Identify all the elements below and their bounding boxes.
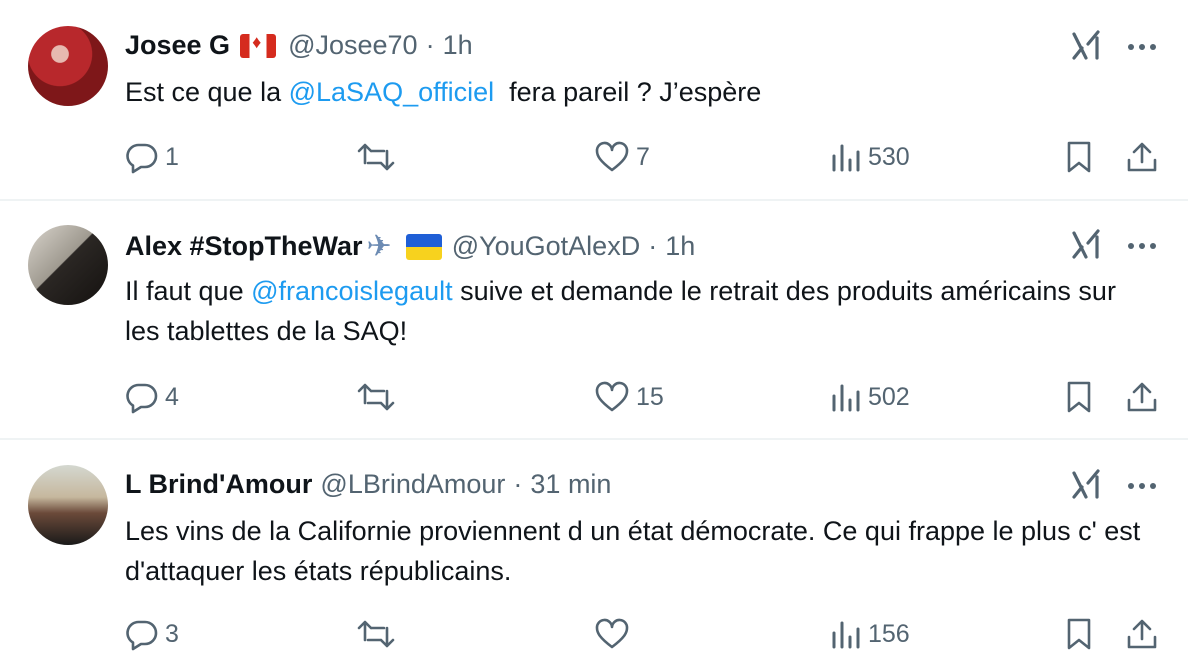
share-button[interactable] [1125,375,1159,419]
more-icon[interactable] [1126,42,1158,52]
like-button[interactable]: 15 [594,375,664,419]
user-handle[interactable]: @Josee70 [288,30,418,61]
canada-flag-icon [240,32,277,58]
retweet-button[interactable] [356,135,402,179]
reply-icon [126,143,158,174]
reply-icon [126,383,158,414]
share-button[interactable] [1125,135,1159,179]
views-button[interactable]: 530 [830,135,910,179]
user-handle[interactable]: @LBrindAmour [320,469,505,500]
views-icon [832,621,860,649]
views-count: 502 [868,382,910,411]
avatar[interactable] [28,225,108,305]
retweet-icon [357,383,395,411]
tweet-header: L Brind'Amour @LBrindAmour · 31 min [125,469,611,500]
like-icon [595,618,629,649]
more-icon[interactable] [1126,241,1158,251]
avatar[interactable] [28,26,108,106]
tweet[interactable]: L Brind'Amour @LBrindAmour · 31 min Les … [0,439,1188,672]
reply-count: 3 [165,619,179,648]
tweet[interactable]: Josee G @Josee70 · 1h Est ce que la @LaS… [0,0,1188,199]
more-icon[interactable] [1126,481,1158,491]
tweet-header: Alex #StopTheWar ✈ @YouGotAlexD · 1h [125,229,695,264]
views-count: 156 [868,619,910,648]
separator-dot: · [425,30,435,60]
retweet-button[interactable] [356,612,402,656]
tweet-actions: 4 15 502 [0,375,1188,419]
timestamp[interactable]: 1h [443,30,473,61]
mention-link[interactable]: @francoislegault [251,276,453,306]
views-count: 530 [868,142,910,171]
tweet-header: Josee G @Josee70 · 1h [125,30,473,61]
retweet-button[interactable] [356,375,402,419]
reply-button[interactable]: 4 [125,375,179,419]
views-icon [832,144,860,172]
like-count: 15 [636,382,664,411]
like-icon [595,141,629,172]
bookmark-button[interactable] [1064,612,1094,656]
retweet-icon [357,143,395,171]
display-name[interactable]: Alex #StopTheWar [125,231,363,262]
bookmark-icon [1067,381,1091,413]
timestamp[interactable]: 1h [665,231,695,262]
avatar[interactable] [28,465,108,545]
bookmark-button[interactable] [1064,135,1094,179]
views-button[interactable]: 156 [830,612,910,656]
separator-dot: · [648,231,658,261]
bookmark-icon [1067,141,1091,173]
tweet-text-part: fera pareil ? J’espère [494,77,762,107]
tweet-text: Est ce que la @LaSAQ_officiel fera parei… [125,72,1145,112]
reply-count: 4 [165,382,179,411]
display-name[interactable]: Josee G [125,30,230,61]
share-icon [1127,382,1157,412]
views-icon [832,384,860,412]
bookmark-icon [1067,618,1091,650]
display-name[interactable]: L Brind'Amour [125,469,312,500]
tweet-text-part: Il faut que [125,276,252,306]
grok-icon[interactable] [1070,227,1104,261]
reply-icon [126,620,158,651]
views-button[interactable]: 502 [830,375,910,419]
retweet-icon [357,620,395,648]
reply-count: 1 [165,142,179,171]
share-icon [1127,142,1157,172]
reply-button[interactable]: 3 [125,612,179,656]
tweet[interactable]: Alex #StopTheWar ✈ @YouGotAlexD · 1h Il … [0,199,1188,439]
bookmark-button[interactable] [1064,375,1094,419]
grok-icon[interactable] [1070,467,1104,501]
timestamp[interactable]: 31 min [530,469,611,500]
like-icon [595,381,629,412]
ukraine-flag-icon [405,233,442,260]
user-handle[interactable]: @YouGotAlexD [452,231,641,262]
tweet-text: Il faut que @francoislegault suive et de… [125,271,1145,351]
mention-link[interactable]: @LaSAQ_officiel [289,77,495,107]
airplane-icon: ✈ [366,230,392,263]
tweet-text: Les vins de la Californie proviennent d … [125,516,1141,586]
like-button[interactable]: 7 [594,135,650,179]
share-icon [1127,619,1157,649]
tweet-text-part: Est ce que la [125,77,289,107]
share-button[interactable] [1125,612,1159,656]
grok-icon[interactable] [1070,28,1104,62]
like-button[interactable] [594,612,636,656]
like-count: 7 [636,142,650,171]
reply-button[interactable]: 1 [125,135,179,179]
separator-dot: · [513,469,523,499]
tweet-actions: 3 156 [0,612,1188,656]
tweet-feed: Josee G @Josee70 · 1h Est ce que la @LaS… [0,0,1188,672]
tweet-actions: 1 7 530 [0,135,1188,179]
